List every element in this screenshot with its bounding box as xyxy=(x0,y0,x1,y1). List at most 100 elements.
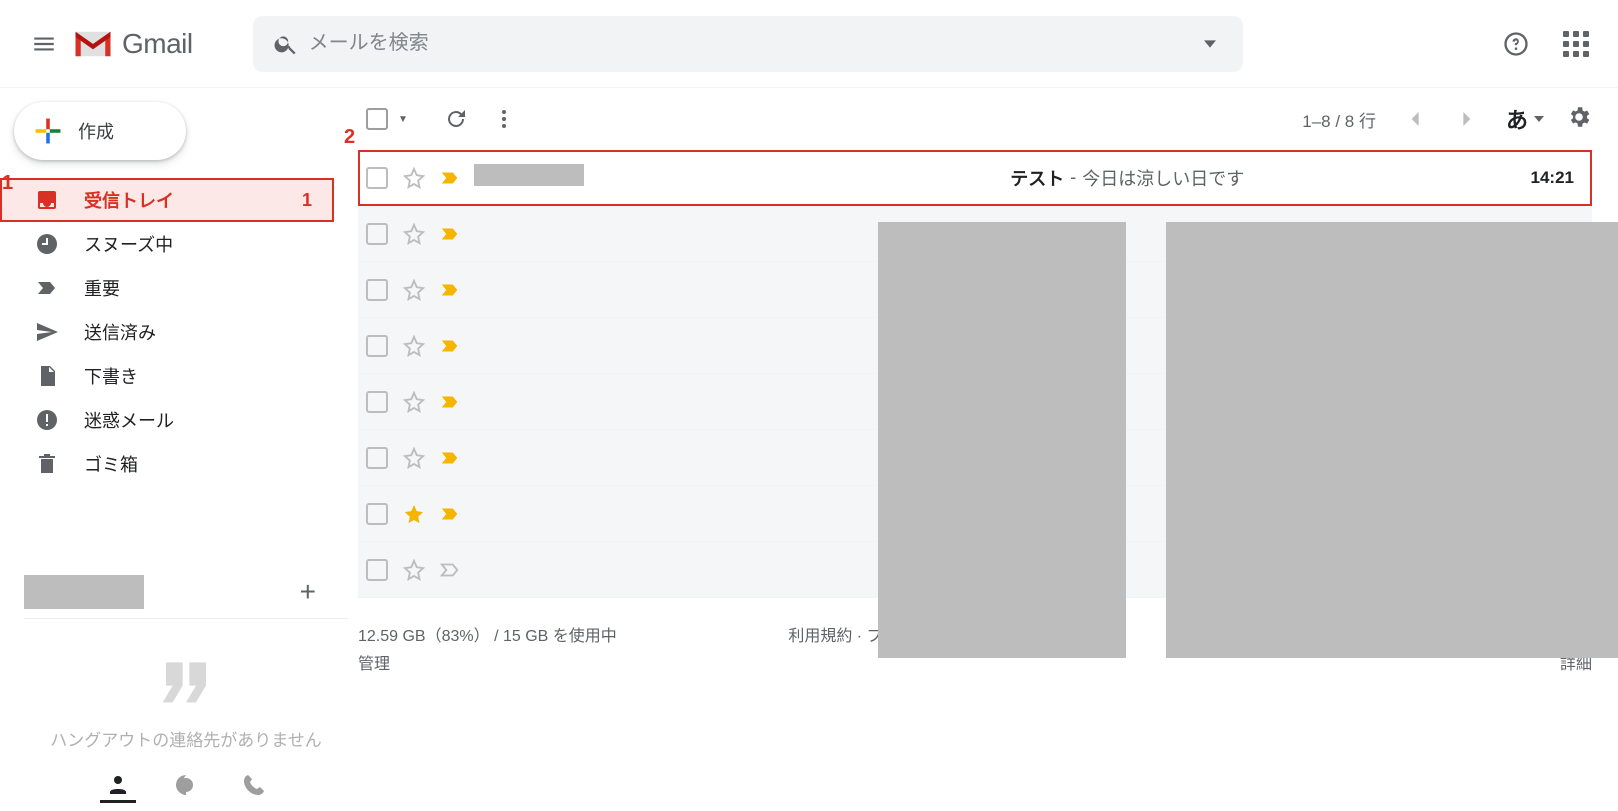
gear-icon xyxy=(1566,104,1592,130)
hangouts-chat-icon xyxy=(174,773,198,797)
star-button[interactable] xyxy=(402,278,426,302)
main-menu-button[interactable] xyxy=(20,20,68,68)
sidebar: 作成 1 受信トレイ 1 スヌーズ中 重要 送信済み xyxy=(0,88,348,811)
important-marker[interactable] xyxy=(438,558,462,582)
chevron-left-icon xyxy=(1407,112,1421,126)
footer-storage: 12.59 GB（83%） / 15 GB を使用中 管理 xyxy=(358,622,617,674)
mail-checkbox[interactable] xyxy=(366,279,388,301)
chevron-down-icon xyxy=(1534,114,1544,124)
hangouts-tabs xyxy=(24,759,348,811)
important-marker[interactable] xyxy=(438,278,462,302)
compose-button[interactable]: 作成 xyxy=(14,102,186,160)
spam-icon xyxy=(34,407,60,433)
input-language-label: あ xyxy=(1506,103,1528,135)
mail-checkbox[interactable] xyxy=(366,559,388,581)
star-button[interactable] xyxy=(402,446,426,470)
next-page-button[interactable] xyxy=(1452,103,1484,135)
subject-separator: - xyxy=(1070,167,1076,188)
storage-text: 12.59 GB（83%） / 15 GB を使用中 xyxy=(358,628,617,645)
nav-drafts-label: 下書き xyxy=(84,363,334,389)
mail-row[interactable]: テスト - 今日は涼しい日です 14:21 xyxy=(358,150,1592,206)
apps-grid-icon xyxy=(1563,31,1589,57)
nav-list: 1 受信トレイ 1 スヌーズ中 重要 送信済み 下書き xyxy=(0,178,348,486)
google-apps-button[interactable] xyxy=(1554,22,1598,66)
hangouts-body: ハングアウトの連絡先がありません xyxy=(24,619,348,759)
inbox-icon xyxy=(34,187,60,213)
important-filled-icon xyxy=(439,167,461,189)
nav-snoozed[interactable]: スヌーズ中 xyxy=(0,222,334,266)
toolbar-right: 1–8 / 8 行 あ xyxy=(1302,103,1592,135)
nav-sent[interactable]: 送信済み xyxy=(0,310,334,354)
hangouts-user-placeholder xyxy=(24,575,144,609)
star-button[interactable] xyxy=(402,334,426,358)
mail-checkbox[interactable] xyxy=(366,391,388,413)
refresh-button[interactable] xyxy=(436,99,476,139)
important-marker[interactable] xyxy=(438,446,462,470)
star-outline-icon xyxy=(403,335,425,357)
mail-checkbox[interactable] xyxy=(366,447,388,469)
search-box[interactable] xyxy=(253,16,1243,72)
prev-page-button[interactable] xyxy=(1398,103,1430,135)
important-marker[interactable] xyxy=(438,502,462,526)
important-marker[interactable] xyxy=(438,334,462,358)
support-button[interactable] xyxy=(1494,22,1538,66)
header-actions xyxy=(1494,22,1598,66)
nav-inbox[interactable]: 受信トレイ 1 xyxy=(0,178,334,222)
hangouts-header: + xyxy=(24,565,348,619)
nav-inbox-label: 受信トレイ xyxy=(84,187,302,213)
terms-link[interactable]: 利用規約 xyxy=(788,628,852,645)
draft-icon xyxy=(34,363,60,389)
gmail-m-icon xyxy=(72,23,114,65)
sender-redaction-block xyxy=(878,222,1126,658)
hangouts-tab-chats[interactable] xyxy=(168,767,204,803)
nav-spam[interactable]: 迷惑メール xyxy=(0,398,334,442)
mail-checkbox[interactable] xyxy=(366,167,388,189)
storage-manage-link[interactable]: 管理 xyxy=(358,650,617,674)
mail-checkbox[interactable] xyxy=(366,335,388,357)
gmail-wordmark: Gmail xyxy=(122,28,193,60)
trash-icon xyxy=(34,451,60,477)
mail-snippet: 今日は涼しい日です xyxy=(1082,165,1244,191)
star-button[interactable] xyxy=(402,166,426,190)
chevron-down-icon xyxy=(1204,38,1216,50)
phone-icon xyxy=(242,773,266,797)
mail-checkbox[interactable] xyxy=(366,223,388,245)
nav-drafts[interactable]: 下書き xyxy=(0,354,334,398)
input-language-button[interactable]: あ xyxy=(1506,103,1544,135)
star-button[interactable] xyxy=(402,222,426,246)
more-button[interactable] xyxy=(484,99,524,139)
hangouts-tab-contacts[interactable] xyxy=(100,767,136,803)
select-all-checkbox[interactable] xyxy=(366,108,388,130)
nav-snoozed-label: スヌーズ中 xyxy=(84,231,334,257)
gmail-logo[interactable]: Gmail xyxy=(72,23,193,65)
important-marker[interactable] xyxy=(438,166,462,190)
star-button[interactable] xyxy=(402,502,426,526)
search-input[interactable] xyxy=(309,32,1187,55)
more-vert-icon xyxy=(492,107,516,131)
star-outline-icon xyxy=(403,279,425,301)
hangouts-quote-icon xyxy=(146,649,226,729)
toolbar-left: ▼ xyxy=(358,99,524,139)
search-button[interactable] xyxy=(263,21,309,67)
mail-checkbox[interactable] xyxy=(366,503,388,525)
important-marker[interactable] xyxy=(438,222,462,246)
refresh-icon xyxy=(444,107,468,131)
important-marker[interactable] xyxy=(438,390,462,414)
hangouts-panel: + ハングアウトの連絡先がありません xyxy=(0,565,348,811)
person-icon xyxy=(106,772,130,796)
star-button[interactable] xyxy=(402,390,426,414)
star-filled-icon xyxy=(403,503,425,525)
select-all-dropdown[interactable]: ▼ xyxy=(398,114,408,125)
nav-inbox-count: 1 xyxy=(302,190,312,211)
important-filled-icon xyxy=(439,279,461,301)
nav-important[interactable]: 重要 xyxy=(0,266,334,310)
search-options-button[interactable] xyxy=(1187,21,1233,67)
hangouts-tab-calls[interactable] xyxy=(236,767,272,803)
annotation-1: 1 xyxy=(2,172,13,195)
nav-trash[interactable]: ゴミ箱 xyxy=(0,442,334,486)
star-button[interactable] xyxy=(402,558,426,582)
help-icon xyxy=(1502,30,1530,58)
hangouts-add-button[interactable]: + xyxy=(300,576,316,608)
settings-button[interactable] xyxy=(1566,104,1592,135)
hangouts-empty-text: ハングアウトの連絡先がありません xyxy=(24,726,348,751)
